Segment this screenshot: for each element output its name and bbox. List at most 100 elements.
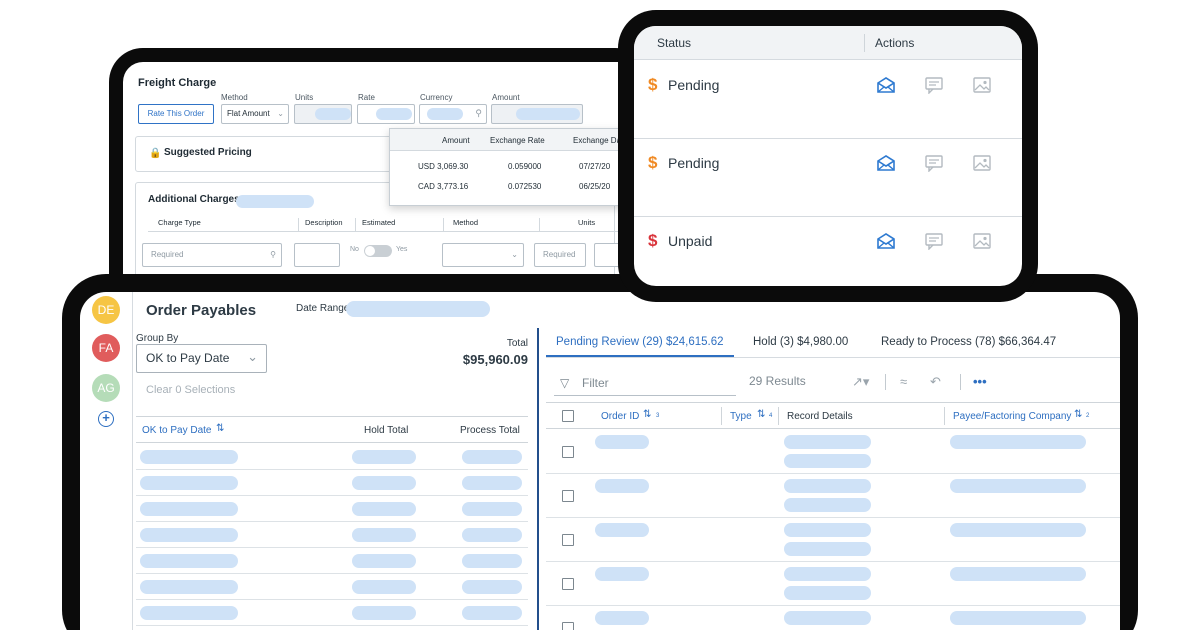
method-select[interactable]: Flat Amount ⌄	[221, 104, 289, 124]
col-hold-total: Hold Total	[364, 425, 409, 436]
rate-this-order-button[interactable]: Rate This Order	[138, 104, 214, 124]
table-row[interactable]	[546, 562, 1120, 606]
chevron-down-icon: ⌄	[247, 349, 258, 364]
tab-pending-review[interactable]: Pending Review (29) $24,615.62	[556, 336, 724, 348]
status-row: $ Pending	[634, 61, 1022, 139]
col-process-total: Process Total	[460, 425, 520, 436]
tab-hold[interactable]: Hold (3) $4,980.00	[753, 336, 848, 348]
export-icon[interactable]: ↗▾	[852, 374, 869, 390]
method-dropdown[interactable]: ⌄	[442, 243, 524, 267]
popup-row-rate: 0.072530	[508, 182, 542, 191]
table-row[interactable]	[546, 606, 1120, 630]
col-record-details: Record Details	[787, 411, 853, 422]
col-order-id[interactable]: Order ID	[601, 411, 639, 422]
status-text: Pending	[668, 77, 720, 93]
group-by-select[interactable]: OK to Pay Date ⌄	[136, 344, 267, 373]
comment-icon[interactable]	[924, 154, 946, 174]
filter-icon: ▽	[560, 376, 570, 390]
page-title: Order Payables	[146, 302, 257, 319]
image-icon[interactable]	[972, 154, 994, 174]
image-icon[interactable]	[972, 232, 994, 252]
clear-selections-button[interactable]: Clear 0 Selections	[146, 384, 235, 396]
popup-row-date: 06/25/20	[579, 182, 611, 191]
status-actions-screen: Status Actions $ Pending $ Pending $ Unp…	[634, 26, 1022, 286]
sort-icon[interactable]: ⇅	[216, 423, 224, 434]
units-field[interactable]	[294, 104, 352, 124]
table-row[interactable]	[546, 474, 1120, 518]
row-checkbox[interactable]	[562, 534, 574, 546]
status-text: Unpaid	[668, 233, 713, 249]
tab-ready-to-process[interactable]: Ready to Process (78) $66,364.47	[881, 336, 1056, 348]
popup-row-amount: CAD 3,773.16	[418, 182, 469, 191]
rate-label: Rate	[358, 93, 375, 102]
envelope-open-icon[interactable]	[876, 154, 898, 174]
row-checkbox[interactable]	[562, 622, 574, 630]
estimated-toggle[interactable]	[364, 245, 392, 257]
freight-charge-title: Freight Charge	[138, 77, 217, 89]
sort-order-badge: 4	[769, 413, 773, 419]
currency-field[interactable]: ⚲	[419, 104, 487, 124]
table-row[interactable]	[136, 496, 528, 522]
more-options-icon[interactable]: •••	[973, 374, 987, 389]
units-label: Units	[295, 93, 314, 102]
sort-order-badge: 3	[656, 413, 660, 419]
additional-charges-header: Charge Type Description Estimated Method…	[148, 218, 618, 232]
avatar[interactable]: AG	[92, 374, 120, 402]
popup-row-amount: USD 3,069.30	[418, 162, 469, 171]
table-row[interactable]	[136, 470, 528, 496]
tabs-baseline	[546, 357, 1120, 358]
col-payee-factoring[interactable]: Payee/Factoring Company	[953, 411, 1071, 422]
popup-col-amount: Amount	[442, 136, 470, 145]
popup-row-rate: 0.059000	[508, 162, 542, 171]
col-ok-to-pay-date[interactable]: OK to Pay Date	[142, 425, 211, 436]
table-row[interactable]	[136, 600, 528, 626]
comment-icon[interactable]	[924, 76, 946, 96]
row-checkbox[interactable]	[562, 490, 574, 502]
popup-col-exchange-date: Exchange Da	[573, 136, 622, 145]
date-range-label: Date Range	[296, 303, 350, 314]
col-description: Description	[305, 218, 343, 227]
table-row[interactable]	[136, 522, 528, 548]
avatar[interactable]: FA	[92, 334, 120, 362]
chevron-down-icon: ⌄	[277, 109, 284, 118]
comment-icon[interactable]	[924, 232, 946, 252]
popup-row-date: 07/27/20	[579, 162, 611, 171]
date-range-field[interactable]	[346, 301, 490, 317]
table-row[interactable]	[136, 548, 528, 574]
sidebar-divider	[132, 292, 133, 630]
sort-icon[interactable]: ⇅	[643, 409, 651, 420]
filter-input[interactable]: ▽ Filter	[554, 372, 736, 396]
charge-type-input[interactable]: Required ⚲	[142, 243, 282, 267]
col-units: Units	[578, 218, 596, 227]
left-table-header: OK to Pay Date ⇅ Hold Total Process Tota…	[136, 416, 528, 443]
table-row[interactable]	[546, 518, 1120, 562]
rate-field[interactable]	[357, 104, 415, 124]
envelope-open-icon[interactable]	[876, 232, 898, 252]
results-count: 29 Results	[749, 374, 806, 388]
add-circle-icon[interactable]: +	[98, 411, 114, 427]
col-type[interactable]: Type	[730, 411, 752, 422]
table-row[interactable]	[546, 430, 1120, 474]
image-icon[interactable]	[972, 76, 994, 96]
col-charge-type: Charge Type	[158, 218, 201, 227]
description-input[interactable]	[294, 243, 340, 267]
sort-icon[interactable]: ⇅	[1074, 409, 1082, 420]
table-row[interactable]	[136, 444, 528, 470]
avatar[interactable]: DE	[92, 296, 120, 324]
select-all-checkbox[interactable]	[562, 410, 574, 422]
undo-icon[interactable]: ↶	[930, 374, 941, 390]
row-checkbox[interactable]	[562, 578, 574, 590]
dollar-icon: $	[648, 153, 658, 172]
actions-header: Actions	[875, 36, 915, 50]
units-input[interactable]: Required	[534, 243, 586, 267]
suggested-pricing-label: Suggested Pricing	[164, 147, 252, 158]
sort-icon[interactable]: ⇅	[757, 409, 765, 420]
amount-field[interactable]	[491, 104, 583, 124]
row-checkbox[interactable]	[562, 446, 574, 458]
status-text: Pending	[668, 155, 720, 171]
table-row[interactable]	[136, 574, 528, 600]
layers-icon[interactable]: ≈	[900, 374, 907, 389]
envelope-open-icon[interactable]	[876, 76, 898, 96]
status-header: Status	[657, 36, 692, 50]
status-row: $ Unpaid	[634, 217, 1022, 286]
